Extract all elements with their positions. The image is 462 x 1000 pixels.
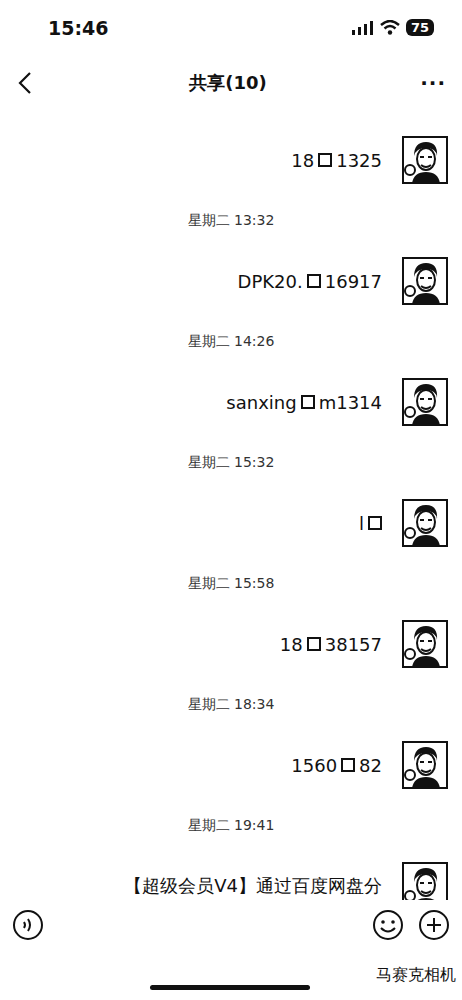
avatar-icon[interactable]	[402, 257, 448, 305]
message-text: DPK20.	[238, 271, 303, 292]
more-button[interactable]: ···	[420, 71, 446, 95]
wifi-icon	[380, 20, 400, 35]
message-bubble[interactable]: l	[351, 507, 390, 540]
input-actions	[372, 909, 450, 941]
timestamp: 星期二 14:26	[0, 331, 462, 352]
redaction-mark	[301, 395, 315, 409]
message-text: 1560	[291, 755, 337, 776]
message-bubble[interactable]: sanxing m1314	[218, 386, 390, 419]
message-text: m1314	[319, 392, 382, 413]
input-bar	[0, 900, 462, 950]
home-indicator	[150, 985, 310, 990]
message-row: DPK20. 16917	[0, 256, 462, 306]
signal-icon	[352, 21, 374, 35]
timestamp: 星期二 13:32	[0, 210, 462, 231]
battery: 75	[406, 19, 434, 36]
message-text: 38157	[325, 634, 382, 655]
redaction-mark	[368, 516, 382, 530]
message-row: 【超级会员V4】通过百度网盘分	[0, 861, 462, 900]
redaction-mark	[318, 153, 332, 167]
voice-icon[interactable]	[12, 909, 44, 941]
message-row: l	[0, 498, 462, 548]
message-text: 【超级会员V4】通过百度网盘分	[124, 874, 382, 898]
message-text: 18	[291, 150, 314, 171]
redaction-mark	[341, 758, 355, 772]
message-bubble[interactable]: DPK20. 16917	[230, 265, 390, 298]
avatar-icon[interactable]	[402, 741, 448, 789]
avatar-icon[interactable]	[402, 136, 448, 184]
avatar-icon[interactable]	[402, 620, 448, 668]
message-bubble[interactable]: 1560 82	[283, 749, 390, 782]
message-text: l	[359, 513, 364, 534]
back-icon[interactable]	[16, 71, 36, 95]
emoji-icon[interactable]	[372, 909, 404, 941]
chat-title: 共享(10)	[189, 71, 267, 95]
status-icons: 75	[352, 19, 434, 36]
message-bubble[interactable]: 18 1325	[283, 144, 390, 177]
message-bubble[interactable]: 18 38157	[272, 628, 390, 661]
message-list: 18 1325 星期二 13:32 DPK20. 16917 星期二 14:26 sanxi…	[0, 110, 462, 900]
clock: 15:46	[48, 17, 108, 39]
message-row: 1560 82	[0, 740, 462, 790]
timestamp: 星期二 18:34	[0, 694, 462, 715]
chat-header: 共享(10) ···	[0, 55, 462, 110]
avatar-icon[interactable]	[402, 378, 448, 426]
avatar-icon[interactable]	[402, 499, 448, 547]
plus-icon[interactable]	[418, 909, 450, 941]
message-row: sanxing m1314	[0, 377, 462, 427]
message-row: 18 1325	[0, 135, 462, 185]
timestamp: 星期二 15:58	[0, 573, 462, 594]
timestamp: 星期二 15:32	[0, 452, 462, 473]
timestamp: 星期二 19:41	[0, 815, 462, 836]
message-bubble[interactable]: 【超级会员V4】通过百度网盘分	[116, 868, 390, 900]
message-text: 16917	[325, 271, 382, 292]
avatar-icon[interactable]	[402, 862, 448, 900]
message-text: sanxing	[226, 392, 296, 413]
message-text: 82	[359, 755, 382, 776]
redaction-mark	[307, 637, 321, 651]
redaction-mark	[307, 274, 321, 288]
status-bar: 15:46 75	[0, 0, 462, 55]
message-row: 18 38157	[0, 619, 462, 669]
message-text: 1325	[336, 150, 382, 171]
message-text: 18	[280, 634, 303, 655]
watermark: 马赛克相机	[376, 965, 456, 986]
